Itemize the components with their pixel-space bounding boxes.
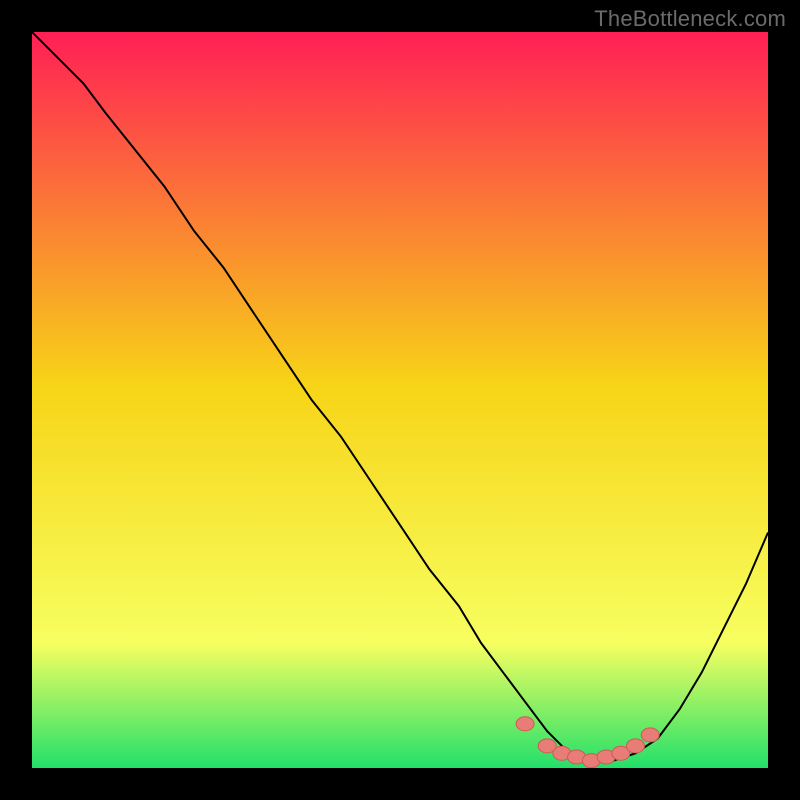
marker-dot (641, 728, 659, 742)
watermark-text: TheBottleneck.com (594, 6, 786, 32)
bottleneck-chart (32, 32, 768, 768)
plot-area (32, 32, 768, 768)
chart-frame: TheBottleneck.com (0, 0, 800, 800)
gradient-background (32, 32, 768, 768)
marker-dot (627, 739, 645, 753)
marker-dot (516, 717, 534, 731)
